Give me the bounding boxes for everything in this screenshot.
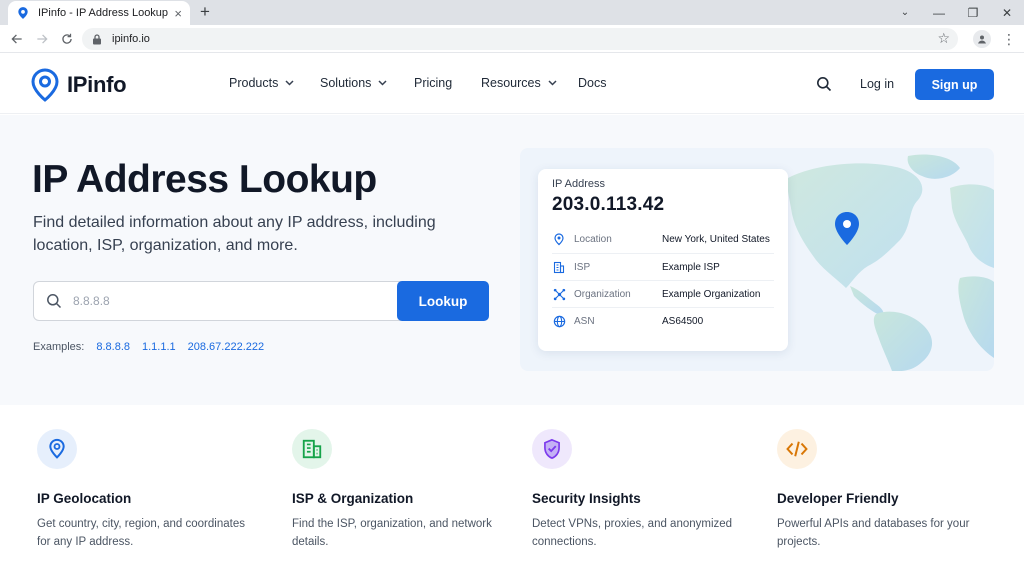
back-icon[interactable] [8,30,26,48]
hero-section: IP Address Lookup Find detailed informat… [0,115,1024,405]
browser-menu-icon[interactable]: ⋮ [1002,30,1016,48]
detail-key: ASN [574,315,595,327]
feature-title: ISP & Organization [292,491,414,506]
detail-key: Location [574,234,612,245]
feature-developer-friendly: Developer Friendly Powerful APIs and dat… [777,429,987,551]
browser-tab[interactable]: IPinfo - IP Address Lookup and N... × [8,1,190,25]
example-link[interactable]: 208.67.222.222 [188,341,264,353]
detail-value: Example Organization [662,288,761,300]
feature-ip-geolocation: IP Geolocation Get country, city, region… [37,429,247,551]
hero-subtitle: Find detailed information about any IP a… [33,214,436,254]
search-icon[interactable] [816,76,832,92]
map-panel: IP Address 203.0.113.42 Location New Yor… [520,148,994,371]
chevron-down-icon [285,80,294,86]
detail-key: Organization [574,288,631,300]
detail-value: New York, United States [662,234,770,245]
location-pin-icon [552,233,566,247]
tab-search-icon[interactable]: ⌄ [888,0,922,25]
features-section: IP Geolocation Get country, city, region… [0,405,1024,576]
ip-search-input[interactable] [73,291,383,311]
page-title: IP Address Lookup [32,158,377,201]
close-window-icon[interactable]: ✕ [990,0,1024,25]
chevron-down-icon [548,80,557,86]
detail-value: AS64500 [662,315,704,327]
ip-address-label: IP Address [552,178,605,190]
feature-title: Security Insights [532,491,641,506]
window-controls: ⌄ — ❐ ✕ [888,0,1024,25]
lock-icon [92,33,102,45]
lookup-button[interactable]: Lookup [397,281,489,321]
signup-button[interactable]: Sign up [915,69,994,100]
feature-security-insights: Security Insights Detect VPNs, proxies, … [532,429,742,551]
minimize-icon[interactable]: — [922,0,956,25]
feature-title: IP Geolocation [37,491,132,506]
nav-docs[interactable]: Docs [578,76,606,90]
nav-resources[interactable]: Resources [481,76,557,90]
feature-description: Find the ISP, organization, and network … [292,518,492,548]
feature-description: Get country, city, region, and coordinat… [37,518,245,548]
ip-address-value: 203.0.113.42 [552,194,665,215]
examples-row: Examples: 8.8.8.8 1.1.1.1 208.67.222.222 [33,341,264,353]
restore-icon[interactable]: ❐ [956,0,990,25]
nav-label: Pricing [414,76,453,90]
code-icon [777,429,817,469]
nav-pricing[interactable]: Pricing [414,76,452,90]
feature-title: Developer Friendly [777,491,899,506]
detail-key: ISP [574,261,591,273]
new-tab-button[interactable]: + [200,3,210,20]
logo-pin-icon [31,68,59,102]
network-icon [552,287,566,301]
site-header: IPinfo Products Solutions Pricing Resour… [0,54,1024,114]
example-link[interactable]: 8.8.8.8 [96,341,130,353]
shield-icon [532,429,572,469]
profile-avatar-icon[interactable] [973,30,991,48]
ip-details-list: Location New York, United States ISP Exa… [552,226,774,334]
bookmark-star-icon[interactable]: ☆ [937,30,950,47]
nav-label: Products [229,76,279,90]
reload-icon[interactable] [58,30,76,48]
ip-result-card: IP Address 203.0.113.42 Location New Yor… [538,169,788,351]
nav-solutions[interactable]: Solutions [320,76,387,90]
detail-row-organization: Organization Example Organization [552,280,774,307]
forward-icon[interactable] [33,30,51,48]
tab-title: IPinfo - IP Address Lookup and N... [38,7,170,19]
login-link[interactable]: Log in [860,77,894,91]
tab-close-icon[interactable]: × [174,7,182,20]
url-text: ipinfo.io [112,33,150,45]
feature-description: Powerful APIs and databases for your pro… [777,518,970,548]
ip-search-form: Lookup [33,281,489,321]
building-icon [552,260,566,274]
example-link[interactable]: 1.1.1.1 [142,341,176,353]
chevron-down-icon [378,80,387,86]
feature-description: Detect VPNs, proxies, and anonymized con… [532,518,733,548]
globe-icon [552,314,566,328]
browser-toolbar: ipinfo.io ☆ ⋮ [0,25,1024,53]
building-icon [292,429,332,469]
detail-row-asn: ASN AS64500 [552,307,774,334]
location-pin-icon [37,429,77,469]
nav-label: Solutions [320,76,372,90]
examples-label: Examples: [33,341,85,353]
search-icon [47,294,62,309]
browser-tab-bar: IPinfo - IP Address Lookup and N... × + … [0,0,1024,25]
detail-row-location: Location New York, United States [552,226,774,253]
ipinfo-logo[interactable]: IPinfo [31,68,127,102]
nav-label: Docs [578,76,607,90]
address-bar[interactable]: ipinfo.io ☆ [82,28,958,50]
ipinfo-favicon-icon [16,6,30,20]
feature-isp-organization: ISP & Organization Find the ISP, organiz… [292,429,502,551]
logo-text: IPinfo [67,72,127,97]
nav-label: Resources [481,76,541,90]
detail-row-isp: ISP Example ISP [552,253,774,280]
detail-value: Example ISP [662,261,720,273]
nav-products[interactable]: Products [229,76,294,90]
